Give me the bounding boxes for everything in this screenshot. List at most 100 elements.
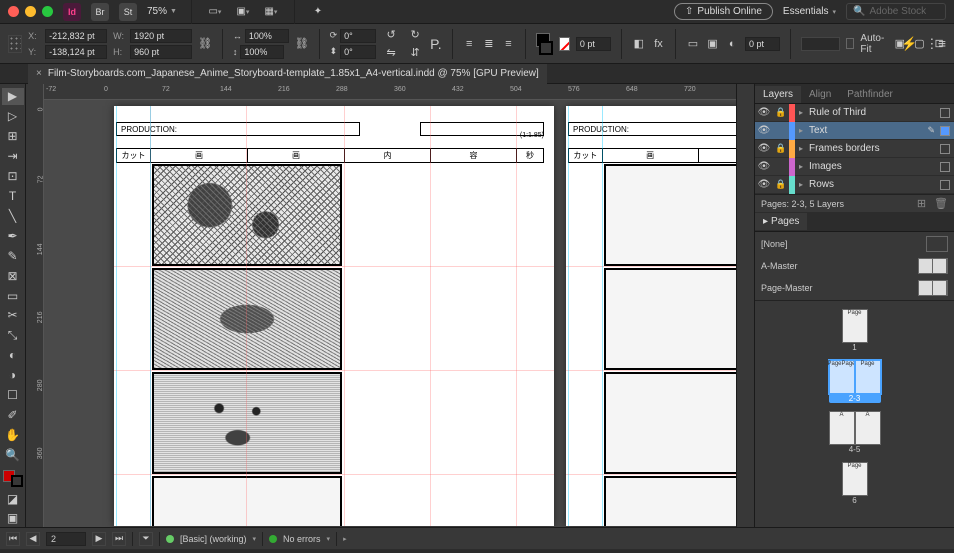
apply-color-icon[interactable]: ◪	[2, 490, 24, 507]
bridge-badge[interactable]: Br	[91, 3, 109, 21]
shear-input[interactable]: 0°	[340, 45, 376, 59]
align-center-icon[interactable]: ≣	[482, 35, 496, 53]
visibility-icon[interactable]: 👁	[755, 179, 773, 190]
lock-icon[interactable]: 🔒	[773, 179, 789, 190]
layer-select-box[interactable]	[940, 126, 950, 136]
expand-icon[interactable]: ▸	[795, 126, 807, 135]
first-page-button[interactable]: ⏮	[6, 532, 20, 546]
collapsed-panel-strip[interactable]	[737, 84, 755, 527]
last-page-button[interactable]: ⏭	[112, 532, 126, 546]
master-a[interactable]: A-Master	[761, 258, 948, 274]
eyedropper-tool[interactable]: ✐	[2, 407, 24, 424]
workspace-selector[interactable]: Essentials▾	[783, 6, 836, 17]
page-thumb[interactable]: Page1	[842, 309, 868, 352]
line-tool[interactable]: ╲	[2, 207, 24, 224]
textwrap-none-icon[interactable]: ▭	[686, 35, 700, 53]
rotate-ccw-icon[interactable]: ↺	[382, 26, 400, 44]
align-left-icon[interactable]: ≡	[462, 35, 476, 53]
page-thumb[interactable]: Page6	[842, 462, 868, 505]
pen-tool[interactable]: ✒	[2, 227, 24, 244]
pathfinder-tab[interactable]: Pathfinder	[839, 86, 901, 103]
expand-icon[interactable]: ▸	[795, 162, 807, 171]
flip-horizontal-icon[interactable]: ⇋	[382, 44, 400, 62]
x-input[interactable]: -212,832 pt	[45, 29, 107, 43]
effects-icon[interactable]: fx	[652, 35, 666, 53]
fill-stroke-swatch[interactable]	[536, 33, 553, 55]
visibility-icon[interactable]: 👁	[755, 161, 773, 172]
panel-menu-icon[interactable]: ⋮≡	[925, 36, 946, 52]
rotate-cw-icon[interactable]: ↻	[406, 26, 424, 44]
scissors-tool[interactable]: ✂	[2, 307, 24, 324]
scale-y-input[interactable]: 100%	[240, 45, 284, 59]
layer-row[interactable]: 👁🔒▸Frames borders	[755, 140, 954, 158]
layer-select-box[interactable]	[940, 162, 950, 172]
canvas[interactable]: PRODUCTION: (1:1.85) カット 画 画 内 容 秒	[44, 100, 736, 527]
storyboard-frame-3[interactable]	[152, 372, 342, 474]
master-none[interactable]: [None]	[761, 236, 948, 252]
minimize-window-icon[interactable]	[25, 6, 36, 17]
frame-fitting-preview[interactable]	[801, 37, 839, 51]
type-tool[interactable]: T	[2, 188, 24, 205]
rectangle-tool[interactable]: ▭	[2, 287, 24, 304]
storyboard-frame-2[interactable]	[152, 268, 342, 370]
publish-online-button[interactable]: ⇧ Publish Online	[674, 3, 773, 20]
storyboard-frame-r3[interactable]	[604, 372, 736, 474]
gpu-preview-icon[interactable]: ✦	[309, 3, 327, 21]
search-adobe-stock[interactable]: 🔍 Adobe Stock	[846, 3, 946, 20]
paragraph-icon[interactable]: P.	[430, 36, 441, 52]
open-dropdown-button[interactable]: ⏷	[139, 532, 153, 546]
gap-input[interactable]: 0 pt	[745, 37, 780, 51]
zoom-window-icon[interactable]	[42, 6, 53, 17]
zoom-level[interactable]: 75%▼	[147, 6, 177, 17]
layer-select-box[interactable]	[940, 108, 950, 118]
layer-row[interactable]: 👁🔒▸Rows	[755, 176, 954, 194]
new-layer-icon[interactable]: ⊞	[917, 197, 926, 210]
selection-tool[interactable]: ▶	[2, 88, 24, 105]
free-transform-tool[interactable]: ⤡	[2, 327, 24, 344]
flip-vertical-icon[interactable]: ⇵	[406, 44, 424, 62]
chevron-down-icon[interactable]: ▾	[253, 535, 257, 543]
screen-mode-icon[interactable]: ▣▾	[234, 3, 252, 21]
scale-x-input[interactable]: 100%	[245, 29, 289, 43]
lock-icon[interactable]: 🔒	[773, 143, 789, 154]
document-tab[interactable]: × Film-Storyboards.com_Japanese_Anime_St…	[28, 64, 547, 84]
page-number-field[interactable]: 2	[46, 532, 86, 546]
textwrap-bounding-icon[interactable]: ▣	[706, 35, 720, 53]
reference-point-icon[interactable]	[8, 35, 22, 53]
title-field[interactable]	[420, 122, 544, 136]
storyboard-frame-r4[interactable]	[604, 476, 736, 526]
production-field-2[interactable]: PRODUCTION:	[568, 122, 736, 136]
chevron-down-icon[interactable]: ▾	[327, 535, 331, 543]
close-window-icon[interactable]	[8, 6, 19, 17]
page-tool[interactable]: ⊞	[2, 128, 24, 145]
lock-icon[interactable]: 🔒	[773, 107, 789, 118]
expand-icon[interactable]: ▸	[795, 108, 807, 117]
production-field[interactable]: PRODUCTION:	[116, 122, 360, 136]
align-tab[interactable]: Align	[801, 86, 839, 103]
fill-stroke-toolbox[interactable]	[3, 470, 23, 487]
gap-tool[interactable]: ⇥	[2, 148, 24, 165]
page-thumb[interactable]: AA4-5	[829, 411, 881, 454]
pages-tab[interactable]: ▸Pages	[755, 213, 807, 230]
content-collector-tool[interactable]: ⊡	[2, 168, 24, 185]
rectangle-frame-tool[interactable]: ⊠	[2, 267, 24, 284]
visibility-icon[interactable]: 👁	[755, 125, 773, 136]
layer-row[interactable]: 👁▸Images	[755, 158, 954, 176]
storyboard-frame-1[interactable]	[152, 164, 342, 266]
y-input[interactable]: -138,124 pt	[45, 45, 107, 59]
expand-icon[interactable]: ▸	[795, 144, 807, 153]
layer-row[interactable]: 👁▸Text✎	[755, 122, 954, 140]
align-right-icon[interactable]: ≡	[502, 35, 516, 53]
layer-select-box[interactable]	[940, 144, 950, 154]
storyboard-frame-r1[interactable]	[604, 164, 736, 266]
next-page-button[interactable]: ▶	[92, 532, 106, 546]
stroke-weight-input[interactable]: 0 pt	[576, 37, 611, 51]
page-thumb[interactable]: PagePagePage2-3	[829, 360, 881, 403]
none-swatch[interactable]	[559, 37, 570, 51]
gradient-feather-tool[interactable]: ◑	[2, 367, 24, 384]
delete-layer-icon[interactable]: 🗑	[934, 197, 948, 210]
direct-selection-tool[interactable]: ▷	[2, 108, 24, 125]
expand-icon[interactable]: ▸	[795, 180, 807, 189]
zoom-tool[interactable]: 🔍	[2, 446, 24, 463]
textwrap-shape-icon[interactable]: ◐	[725, 35, 739, 53]
